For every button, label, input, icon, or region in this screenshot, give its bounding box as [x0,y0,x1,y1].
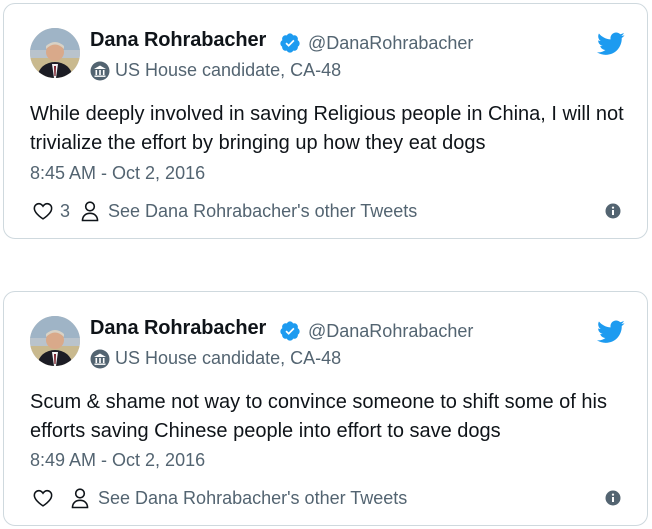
person-icon[interactable] [70,487,90,509]
tweet-card[interactable]: Dana Rohrabacher @DanaRohrabacher US Hou… [3,291,648,526]
like-count: 3 [60,200,71,221]
info-icon[interactable] [605,490,621,506]
account-label: US House candidate, CA-48 [115,348,342,368]
tweet-timestamp[interactable]: 8:45 AM - Oct 2, 2016 [30,163,205,184]
author-name[interactable]: Dana Rohrabacher [90,317,266,340]
avatar[interactable] [30,316,80,366]
info-icon[interactable] [605,203,621,219]
government-building-icon [90,61,110,81]
author-handle[interactable]: @DanaRohrabacher [308,321,473,342]
heart-icon[interactable] [32,487,54,509]
other-tweets-link[interactable]: See Dana Rohrabacher's other Tweets [108,201,417,222]
verified-badge-icon [280,321,300,341]
heart-icon[interactable] [32,200,54,222]
author-handle[interactable]: @DanaRohrabacher [308,33,473,54]
government-building-icon [90,349,110,369]
verified-badge-icon [280,33,300,53]
twitter-bird-icon[interactable] [597,32,625,56]
tweet-timestamp[interactable]: 8:49 AM - Oct 2, 2016 [30,450,205,471]
twitter-bird-icon[interactable] [597,320,625,344]
account-label: US House candidate, CA-48 [115,60,342,80]
tweet-text: Scum & shame not way to convince someone… [30,391,607,442]
tweet-actions: 3 See Dana Rohrabacher's other Tweets [32,199,417,223]
other-tweets-link[interactable]: See Dana Rohrabacher's other Tweets [98,488,407,509]
person-icon[interactable] [80,200,100,222]
tweet-card[interactable]: Dana Rohrabacher @DanaRohrabacher US Hou… [3,3,648,239]
avatar[interactable] [30,28,80,78]
tweet-text: While deeply involved in saving Religiou… [30,103,624,154]
author-name[interactable]: Dana Rohrabacher [90,29,266,52]
tweet-actions: See Dana Rohrabacher's other Tweets [32,486,407,510]
